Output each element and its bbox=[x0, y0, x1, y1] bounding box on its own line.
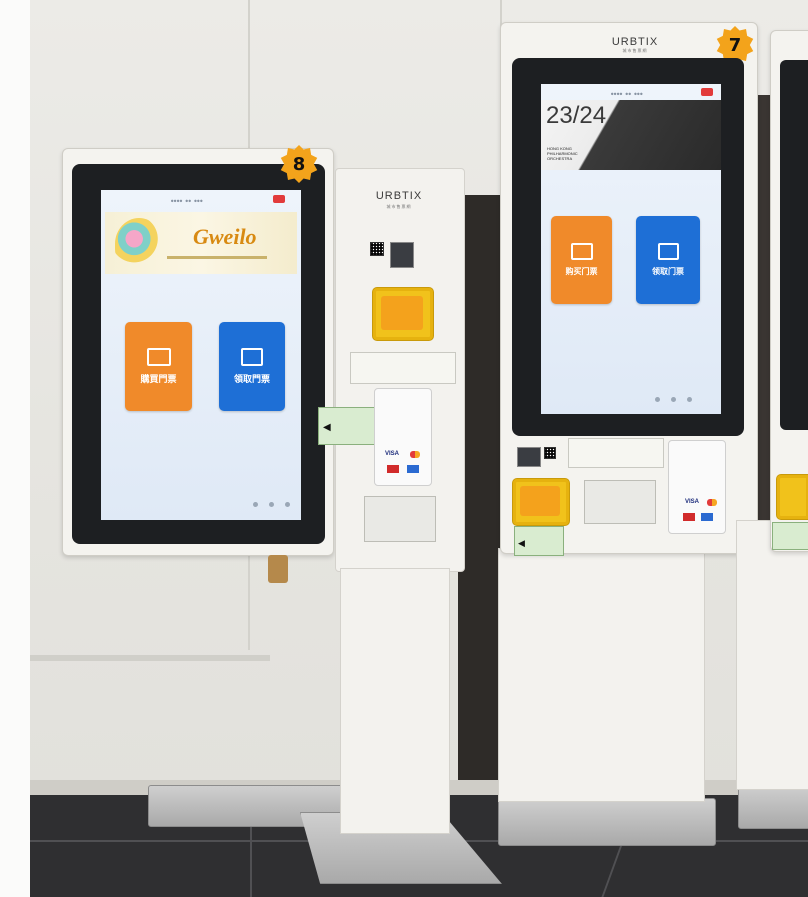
qr-scanner[interactable] bbox=[517, 447, 541, 467]
wall-band bbox=[30, 655, 270, 661]
help-icon[interactable] bbox=[285, 502, 290, 507]
direction-sticker: ◀ bbox=[514, 526, 564, 556]
kiosk-7-pedestal bbox=[498, 548, 705, 802]
direction-sticker: ◀ bbox=[318, 407, 375, 445]
kiosk-8-screen: ●●●● ●● ●●● Gweilo 購買門票 領取門票 bbox=[101, 190, 301, 520]
octopus-card-reader-icon bbox=[520, 486, 560, 516]
ticket-slot[interactable] bbox=[364, 496, 436, 542]
ticket-collect-icon bbox=[241, 348, 263, 366]
card-payment-terminal[interactable]: VISA bbox=[668, 440, 726, 534]
buy-ticket-label: 购买门票 bbox=[565, 267, 598, 276]
collect-ticket-label: 领取门票 bbox=[652, 267, 684, 276]
kiosk-7-brand-sub: 城市售票網 bbox=[622, 48, 648, 53]
collect-ticket-button[interactable]: 领取门票 bbox=[636, 216, 700, 304]
amex-icon bbox=[701, 513, 713, 521]
card-payment-terminal[interactable]: VISA bbox=[374, 388, 432, 486]
direction-sticker bbox=[772, 522, 808, 550]
visa-logo: VISA bbox=[385, 451, 400, 457]
kiosk-6-bezel bbox=[780, 60, 808, 430]
amex-icon bbox=[407, 465, 419, 473]
illustration-face bbox=[115, 218, 163, 270]
language-icon[interactable] bbox=[671, 397, 676, 402]
qr-scanner[interactable] bbox=[390, 242, 414, 268]
qr-code-icon bbox=[544, 447, 556, 459]
kiosk-6-pedestal bbox=[736, 520, 808, 790]
qr-code-icon bbox=[370, 242, 384, 256]
payment-stand-brand: URBTIX bbox=[375, 190, 423, 202]
ticket-slot[interactable] bbox=[584, 480, 656, 524]
exit-icon[interactable] bbox=[273, 195, 285, 203]
accessibility-icon[interactable] bbox=[253, 502, 258, 507]
ticket-icon bbox=[146, 348, 171, 366]
visa-logo: VISA bbox=[685, 499, 700, 505]
help-icon[interactable] bbox=[687, 397, 692, 402]
instruction-sticker bbox=[350, 352, 456, 384]
jcb-icon bbox=[683, 513, 695, 521]
ticket-collect-icon bbox=[657, 243, 679, 260]
kiosk-7-screen: ●●●● ●● ●●● 23/24 HONG KONG PHILHARMONIC… bbox=[541, 84, 721, 414]
exit-icon[interactable] bbox=[701, 88, 713, 96]
arrow-left-icon: ◀ bbox=[323, 422, 331, 433]
collect-ticket-label: 領取門票 bbox=[233, 375, 270, 385]
buy-ticket-button[interactable]: 購買門票 bbox=[125, 322, 192, 411]
mastercard-icon bbox=[707, 499, 717, 506]
arrow-left-icon: ◀ bbox=[518, 539, 525, 549]
buy-ticket-button[interactable]: 购买门票 bbox=[551, 216, 612, 304]
status-bar: ●●●● ●● ●●● bbox=[171, 198, 203, 203]
ticket-icon bbox=[570, 243, 593, 260]
kiosk-6-base-plate bbox=[738, 785, 808, 829]
accessibility-icon[interactable] bbox=[655, 397, 660, 402]
banner-divider bbox=[167, 256, 267, 259]
kiosk-7-base-plate bbox=[498, 798, 716, 846]
promo-banner-hkphil[interactable]: 23/24 HONG KONG PHILHARMONIC ORCHESTRA bbox=[541, 100, 721, 170]
padlock-icon bbox=[268, 555, 288, 583]
orchestra-line: ORCHESTRA bbox=[547, 156, 573, 161]
mastercard-icon bbox=[410, 451, 420, 458]
promo-banner-gweilo[interactable]: Gweilo bbox=[105, 212, 297, 274]
octopus-card-reader-icon bbox=[381, 296, 423, 330]
payment-stand-brand-sub: 城市售票網 bbox=[386, 204, 412, 209]
instruction-sticker bbox=[568, 438, 664, 468]
kiosk-7-brand: URBTIX bbox=[611, 36, 659, 48]
service-hotline-label bbox=[366, 545, 432, 563]
octopus-card-reader[interactable] bbox=[512, 478, 570, 526]
octopus-card-reader[interactable] bbox=[372, 287, 434, 341]
jcb-icon bbox=[387, 465, 399, 473]
language-icon[interactable] bbox=[269, 502, 274, 507]
season-label: 23/24 bbox=[546, 102, 607, 129]
octopus-card-reader[interactable] bbox=[776, 474, 808, 520]
payment-stand-pillar bbox=[340, 568, 450, 834]
buy-ticket-label: 購買門票 bbox=[140, 375, 177, 385]
banner-title: Gweilo bbox=[193, 224, 257, 249]
status-bar: ●●●● ●● ●●● bbox=[611, 91, 643, 96]
collect-ticket-button[interactable]: 領取門票 bbox=[219, 322, 285, 411]
kiosk-photo-scene: ●●●● ●● ●●● Gweilo 購買門票 領取門票 8 URBTIX 城市… bbox=[0, 0, 808, 897]
orchestra-name: HONG KONG PHILHARMONIC ORCHESTRA bbox=[547, 146, 578, 161]
